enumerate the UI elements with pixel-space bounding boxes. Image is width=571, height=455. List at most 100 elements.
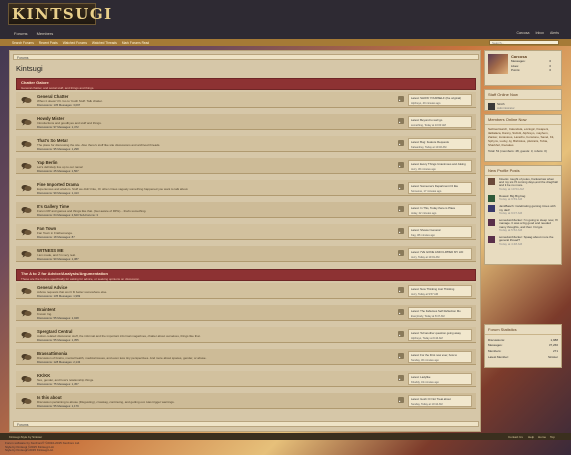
profile-post[interactable]: Kloetto: tought of poles, frankie/raw wh… [485,176,561,193]
forum-row[interactable]: Braintent Known Ing. Discussions: 55 Messa… [16,305,476,321]
subnav-watched-threads[interactable]: Watched Threads [92,41,117,45]
last-post-box[interactable]: Latest: In This, Today there is Place tod… [408,204,472,216]
last-post-box[interactable]: Latest: Tell another question going away… [408,329,472,341]
forum-stats: Discussions: 135 Messages: 3,097 [37,102,81,107]
profile-post[interactable]: somedumbfucker: I'm going to sleep now, … [485,217,561,234]
last-post-box[interactable]: Latest: The Fabulous Self Reflection Mo E… [408,307,472,319]
category-header[interactable]: Chatter Galore General chatter, and soci… [16,78,476,90]
subnav-recent-posts[interactable]: Recent Posts [39,41,58,45]
forum-row[interactable]: KK/KK Sex, gender, and how's relationship… [16,371,476,387]
rss-icon[interactable] [398,96,404,102]
forum-row[interactable]: WITNESS ME I am made, and I'm very real. D… [16,246,476,262]
footer-home[interactable]: Home [538,435,546,439]
avatar[interactable] [488,54,508,74]
forum-row[interactable]: Fan Town Fan Town in Frathemanga. Discussi… [16,224,476,240]
last-post-box[interactable]: Latest: Bug: Feature Requests Kaiwanhey, … [408,138,472,150]
forum-icon [21,162,32,170]
rss-icon[interactable] [398,228,404,234]
avatar[interactable] [488,235,495,243]
last-post-title[interactable]: Latest: I'VE GONE AND FLIPPED MY LID [411,250,469,254]
last-post-box[interactable]: Latest: Someone's Department I'd like Som… [408,182,472,194]
avatar[interactable] [488,205,495,213]
alerts-link[interactable]: Alerts [550,31,559,35]
last-post-title[interactable]: Latest: In This, Today there is Place [411,206,469,210]
profile-post[interactable]: Ruasol: Big Big bag Today at 9:59 AM [485,193,561,204]
subnav-search-forums[interactable]: Search Forums [12,41,34,45]
last-post-box[interactable]: Latest: Beyond to well go something, Toda… [408,116,472,128]
user-link[interactable]: Carcosa [516,31,529,35]
avatar[interactable] [488,218,495,226]
last-post-title[interactable]: Latest: Every Things Unanimous and Jokin… [411,162,469,166]
copyright-line[interactable]: Style by Kintsugi©2015 Kintsugi Ltd. [5,449,80,453]
last-post-title[interactable]: Latest: Someone's Department I'd like [411,184,469,188]
forum-row[interactable]: Yap Berlin Let's definitely live up to ou… [16,158,476,174]
footer-contact[interactable]: Contact Us [508,435,523,439]
last-post-title[interactable]: Latest: Bug: Feature Requests [411,140,469,144]
rss-icon[interactable] [398,353,404,359]
last-post-title[interactable]: Latest: Shower General [411,228,469,232]
members-list[interactable]: SebGeritsarch, Calendula, ecclogic, Kwap… [485,125,561,149]
rss-icon[interactable] [398,184,404,190]
inbox-link[interactable]: Inbox [535,31,544,35]
stat-value: 1,988 [550,337,558,342]
last-post-title[interactable]: Latest: For the First now ever, how to [411,353,469,357]
footer-top[interactable]: Top [550,435,555,439]
last-post-box[interactable]: Latest: Ladylike Kbuddy, 43 minutes ago [408,373,472,385]
rss-icon[interactable] [398,250,404,256]
avatar[interactable] [488,194,495,202]
last-post-title[interactable]: Latest: Gosh Or Not Treat about [411,397,469,401]
forum-stats: Discussions: 75 Messages: 1,457 [37,381,79,386]
user-nav: Carcosa Inbox Alerts [516,31,559,35]
category-header[interactable]: The A to Z for Advice/Analysis/Argumenta… [16,269,476,281]
avatar[interactable] [488,102,495,110]
stat-value[interactable]: Sinister [548,355,558,359]
forum-row[interactable]: It's Gallery Time Forum RP and games and … [16,202,476,218]
footer-style-link[interactable]: Kintsugi-Style by Sinister [9,435,42,439]
subnav-watched-forums[interactable]: Watched Forums [63,41,87,45]
rss-icon[interactable] [398,309,404,315]
last-post-title[interactable]: Latest: New Thinking Just Thinking [411,287,469,291]
rss-icon[interactable] [398,375,404,381]
forum-row[interactable]: Is this about Discussion pertaining to ab… [16,393,476,409]
profile-post-body: Kloetto: tought of poles, frankie/raw wh… [499,177,558,192]
avatar[interactable] [488,177,495,185]
forum-row[interactable]: Fine Imported Drama Experiences and wisdo… [16,180,476,196]
profile-post[interactable]: JamiBasch: Celebrating gaming times with… [485,204,561,218]
breadcrumb-bottom[interactable]: Forums [13,421,479,427]
last-post-box[interactable]: Latest: Gosh Or Not Treat about Sunday, T… [408,395,472,407]
forum-row[interactable]: General Advice Advice requests that won't… [16,283,476,299]
tab-forums[interactable]: Forums [14,31,28,36]
last-post-title[interactable]: Latest: SHOW YOURSELF (the original) [411,96,469,100]
rss-icon[interactable] [398,397,404,403]
breadcrumb[interactable]: Forums [13,54,479,60]
last-post-title[interactable]: Latest: The Fabulous Self Reflection Mo [411,309,469,313]
tab-members[interactable]: Members [37,31,54,36]
subnav-mark-read[interactable]: Mark Forums Read [122,41,149,45]
rss-icon[interactable] [398,118,404,124]
last-post-box[interactable]: Latest: Every Things Unanimous and Jokin… [408,160,472,172]
last-post-title[interactable]: Latest: Ladylike [411,375,469,379]
rss-icon[interactable] [398,162,404,168]
site-logo[interactable]: KINTSUGI [8,3,111,25]
forum-row[interactable]: Brassattimonia Discussion of brains, ment… [16,349,476,365]
rss-icon[interactable] [398,140,404,146]
forum-row[interactable]: Howdy Mister Introductions and goodbyes a… [16,114,476,130]
last-post-box[interactable]: Latest: I'VE GONE AND FLIPPED MY LID Jerr… [408,248,472,260]
rss-icon[interactable] [398,287,404,293]
last-post-box[interactable]: Latest: Shower General Kag, 38 minutes ag… [408,226,472,238]
last-post-title[interactable]: Latest: Beyond to well go [411,118,469,122]
rss-icon[interactable] [398,331,404,337]
profile-post[interactable]: somedumbfucker: Spaag about more the gen… [485,234,561,248]
footer-help[interactable]: Help [528,435,534,439]
forum-row[interactable]: That's So Meta! The place for discussing … [16,136,476,152]
last-post-box[interactable]: Latest: SHOW YOURSELF (the original) Alph… [408,94,472,106]
forum-row[interactable]: Spergtard Central Autism-related discussi… [16,327,476,343]
search-input[interactable]: Search... [489,40,559,45]
rss-icon[interactable] [398,206,404,212]
stat-label: Messages: [488,343,503,348]
last-post-title[interactable]: Latest: Tell another question going away [411,331,469,335]
last-post-box[interactable]: Latest: For the First now ever, how to Su… [408,351,472,363]
last-post-meta: Jerry, Today at 10:01 AM [411,255,440,259]
last-post-box[interactable]: Latest: New Thinking Just Thinking Jerry,… [408,285,472,297]
forum-row[interactable]: General Chatter When it doesn't fit. Go t… [16,92,476,108]
